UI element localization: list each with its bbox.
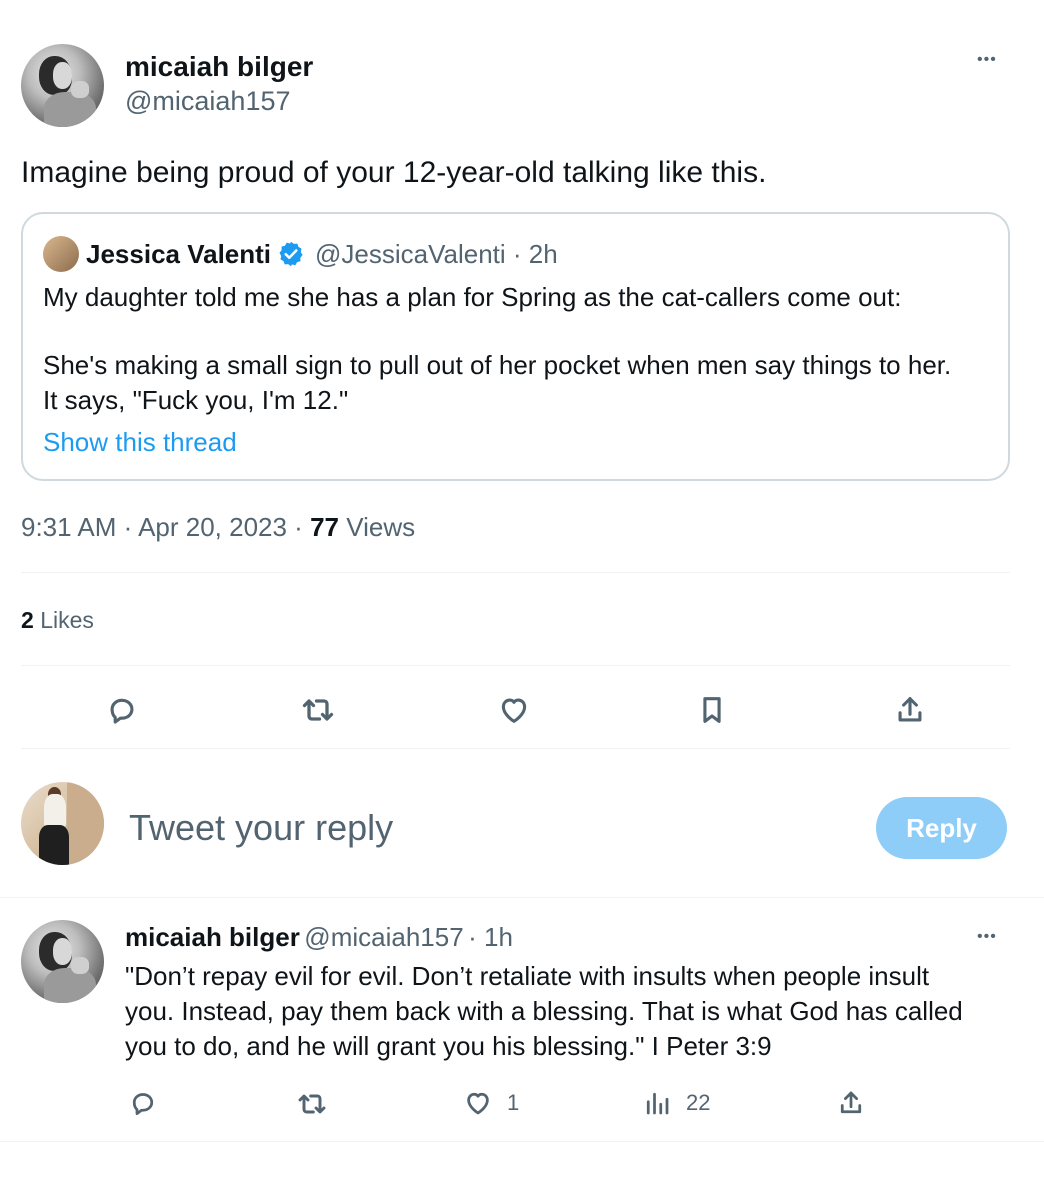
likes-summary[interactable]: 2 Likes xyxy=(21,607,94,634)
quoted-text-line-2: She's making a small sign to pull out of… xyxy=(43,350,952,380)
more-options-icon[interactable]: ••• xyxy=(977,52,997,68)
divider xyxy=(21,665,1010,666)
reply-author-name[interactable]: micaiah bilger xyxy=(125,922,300,952)
like-button[interactable] xyxy=(492,688,536,732)
bookmark-icon xyxy=(703,697,721,723)
likes-count: 2 xyxy=(21,607,34,633)
quoted-handle-text[interactable]: @JessicaValenti xyxy=(315,239,506,269)
reply-text-line-2: you. Instead, pay them back with a bless… xyxy=(125,996,963,1026)
reply-text-line-3: you to do, and he will grant you his ble… xyxy=(125,1031,772,1061)
divider xyxy=(21,572,1010,573)
reply-header: micaiah bilger @micaiah157 · 1h xyxy=(125,922,513,953)
reply-author-handle[interactable]: @micaiah157 xyxy=(304,922,463,952)
views-count: 77 xyxy=(310,512,339,542)
show-thread-link[interactable]: Show this thread xyxy=(43,427,237,458)
verified-badge-icon xyxy=(279,241,303,267)
reply-icon xyxy=(110,698,134,724)
reply-more-options-icon[interactable]: ••• xyxy=(977,929,997,945)
views-label: Views xyxy=(346,512,416,542)
reply-views-button[interactable]: 22 xyxy=(642,1088,710,1118)
reply-button[interactable] xyxy=(100,688,144,732)
reply-reply-button[interactable] xyxy=(128,1088,158,1118)
quoted-author-handle[interactable]: @JessicaValenti · 2h xyxy=(315,239,558,270)
reply-age[interactable]: · 1h xyxy=(468,922,513,952)
reply-retweet-button[interactable] xyxy=(296,1088,328,1120)
reply-view-count: 22 xyxy=(686,1090,711,1115)
divider xyxy=(0,897,1044,898)
reply-author-avatar[interactable] xyxy=(21,920,104,1003)
like-icon xyxy=(467,1092,489,1115)
reply-like-button[interactable]: 1 xyxy=(463,1088,519,1118)
tweet-timestamp[interactable]: 9:31 AM · Apr 20, 2023 · xyxy=(21,512,303,542)
views-icon xyxy=(646,1092,669,1115)
tweet-text: Imagine being proud of your 12-year-old … xyxy=(21,156,767,189)
current-user-avatar[interactable] xyxy=(21,782,104,865)
reply-input[interactable]: Tweet your reply xyxy=(129,807,393,849)
reply-submit-button[interactable]: Reply xyxy=(876,797,1007,859)
bookmark-button[interactable] xyxy=(690,688,734,732)
retweet-button[interactable] xyxy=(296,688,340,732)
author-avatar[interactable] xyxy=(21,44,104,127)
author-name[interactable]: micaiah bilger xyxy=(125,51,313,83)
reply-text-line-1: "Don’t repay evil for evil. Don’t retali… xyxy=(125,961,930,991)
reply-share-button[interactable] xyxy=(836,1088,866,1118)
reply-icon xyxy=(132,1093,154,1115)
quoted-text-line-1: My daughter told me she has a plan for S… xyxy=(43,282,902,312)
share-button[interactable] xyxy=(888,688,932,732)
tweet-meta: 9:31 AM · Apr 20, 2023 · 77 Views xyxy=(21,512,415,543)
quoted-author-name[interactable]: Jessica Valenti xyxy=(86,239,271,270)
retweet-icon xyxy=(302,699,334,721)
quoted-author-avatar xyxy=(43,236,79,272)
likes-label: Likes xyxy=(40,607,94,633)
author-handle[interactable]: @micaiah157 xyxy=(125,86,291,117)
share-icon xyxy=(840,1091,862,1114)
divider xyxy=(21,748,1010,749)
retweet-icon xyxy=(298,1094,326,1114)
like-icon xyxy=(501,698,527,723)
share-icon xyxy=(898,697,922,722)
divider xyxy=(0,1141,1044,1142)
reply-like-count: 1 xyxy=(507,1090,520,1115)
quoted-tweet-card[interactable]: Jessica Valenti @JessicaValenti · 2h My … xyxy=(21,212,1010,481)
quoted-age: · 2h xyxy=(512,239,558,269)
quoted-text-line-3: It says, "Fuck you, I'm 12." xyxy=(43,385,349,415)
